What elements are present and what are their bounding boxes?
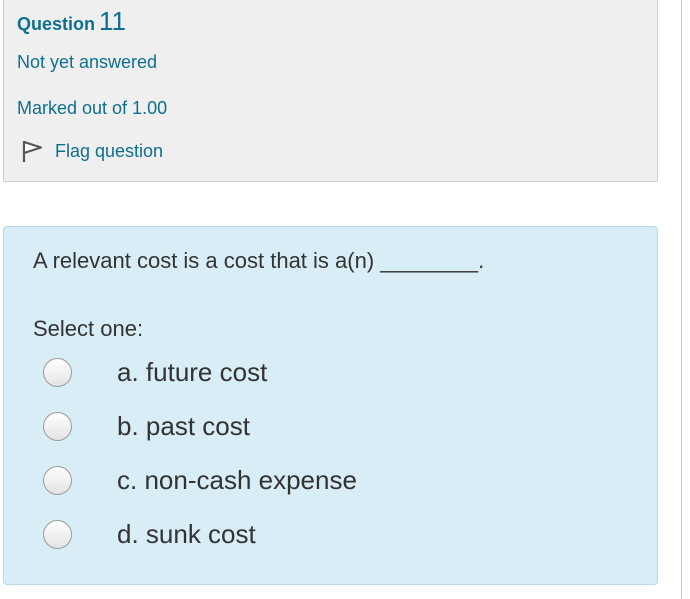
question-number-value: 11 xyxy=(99,6,127,36)
answer-label-a[interactable]: a. future cost xyxy=(117,357,267,388)
question-grade: Marked out of 1.00 xyxy=(17,98,168,118)
answer-label-b[interactable]: b. past cost xyxy=(117,411,250,442)
question-content-panel: A relevant cost is a cost that is a(n) _… xyxy=(3,226,658,585)
question-word: Question xyxy=(17,14,96,34)
answer-option-b[interactable]: b. past cost xyxy=(43,406,463,446)
radio-button-b[interactable] xyxy=(43,411,72,441)
question-info-panel: Question 11 Not yet answered Marked out o… xyxy=(3,0,658,182)
flag-question-label[interactable]: Flag question xyxy=(55,141,163,162)
page-scrollbar[interactable] xyxy=(676,0,690,599)
answer-label-d[interactable]: d. sunk cost xyxy=(117,519,256,550)
answer-option-c[interactable]: c. non-cash expense xyxy=(43,460,463,500)
answer-option-a[interactable]: a. future cost xyxy=(43,352,463,392)
answer-label-c[interactable]: c. non-cash expense xyxy=(117,465,357,496)
question-number: Question 11 xyxy=(17,6,126,37)
scrollbar-track[interactable] xyxy=(681,0,684,599)
radio-button-c[interactable] xyxy=(43,465,72,495)
question-state: Not yet answered xyxy=(17,52,158,72)
flag-question-button[interactable]: Flag question xyxy=(17,138,163,164)
flag-icon xyxy=(22,141,42,162)
answer-option-d[interactable]: d. sunk cost xyxy=(43,514,463,554)
select-one-prompt: Select one: xyxy=(33,316,144,341)
question-text: A relevant cost is a cost that is a(n) _… xyxy=(33,248,485,273)
radio-button-d[interactable] xyxy=(43,519,72,549)
radio-button-a[interactable] xyxy=(43,357,72,387)
